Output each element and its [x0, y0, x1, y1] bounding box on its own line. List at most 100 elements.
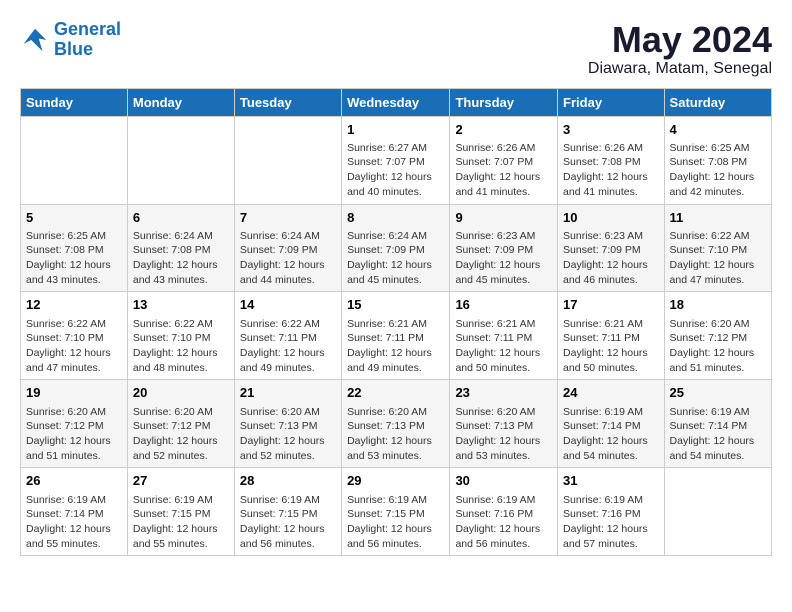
day-number: 30: [455, 472, 552, 490]
day-info: Sunrise: 6:20 AM Sunset: 7:13 PM Dayligh…: [347, 405, 444, 464]
day-info: Sunrise: 6:20 AM Sunset: 7:12 PM Dayligh…: [670, 317, 766, 376]
calendar-cell: 12 Sunrise: 6:22 AM Sunset: 7:10 PM Dayli…: [21, 292, 128, 380]
day-number: 19: [26, 384, 122, 402]
calendar-cell: 2 Sunrise: 6:26 AM Sunset: 7:07 PM Daylig…: [450, 116, 558, 204]
page-header: General Blue May 2024 Diawara, Matam, Se…: [20, 20, 772, 78]
calendar-cell: 8Sunrise: 6:24 AM Sunset: 7:09 PM Daylig…: [342, 204, 450, 292]
day-info: Sunrise: 6:21 AM Sunset: 7:11 PM Dayligh…: [455, 317, 552, 376]
logo-text: General Blue: [54, 20, 121, 60]
day-number: 6: [133, 209, 229, 227]
day-number: 25: [670, 384, 766, 402]
weekday-header: Tuesday: [234, 88, 341, 116]
day-info: Sunrise: 6:19 AM Sunset: 7:15 PM Dayligh…: [347, 493, 444, 552]
logo-icon: [20, 25, 50, 55]
calendar-cell: 5 Sunrise: 6:25 AM Sunset: 7:08 PM Daylig…: [21, 204, 128, 292]
calendar-cell: 3 Sunrise: 6:26 AM Sunset: 7:08 PM Daylig…: [558, 116, 665, 204]
day-number: 7: [240, 209, 336, 227]
day-info: Sunrise: 6:21 AM Sunset: 7:11 PM Dayligh…: [347, 317, 444, 376]
calendar-cell: [127, 116, 234, 204]
day-number: 9: [455, 209, 552, 227]
calendar-week-row: 26Sunrise: 6:19 AM Sunset: 7:14 PM Dayli…: [21, 468, 772, 556]
day-number: 4: [670, 121, 766, 139]
calendar-cell: 17 Sunrise: 6:21 AM Sunset: 7:11 PM Dayli…: [558, 292, 665, 380]
day-info: Sunrise: 6:20 AM Sunset: 7:12 PM Dayligh…: [133, 405, 229, 464]
day-info: Sunrise: 6:22 AM Sunset: 7:10 PM Dayligh…: [133, 317, 229, 376]
calendar-cell: 19 Sunrise: 6:20 AM Sunset: 7:12 PM Dayli…: [21, 380, 128, 468]
logo-line2: Blue: [54, 39, 93, 59]
day-number: 2: [455, 121, 552, 139]
day-info: Sunrise: 6:22 AM Sunset: 7:10 PM Dayligh…: [26, 317, 122, 376]
day-info: Sunrise: 6:25 AM Sunset: 7:08 PM Dayligh…: [670, 141, 766, 200]
day-number: 18: [670, 296, 766, 314]
calendar-cell: 11Sunrise: 6:22 AM Sunset: 7:10 PM Dayli…: [664, 204, 771, 292]
calendar-cell: 24Sunrise: 6:19 AM Sunset: 7:14 PM Dayli…: [558, 380, 665, 468]
day-number: 29: [347, 472, 444, 490]
calendar-table: SundayMondayTuesdayWednesdayThursdayFrid…: [20, 88, 772, 557]
calendar-cell: 20Sunrise: 6:20 AM Sunset: 7:12 PM Dayli…: [127, 380, 234, 468]
logo: General Blue: [20, 20, 121, 60]
day-info: Sunrise: 6:24 AM Sunset: 7:08 PM Dayligh…: [133, 229, 229, 288]
day-info: Sunrise: 6:22 AM Sunset: 7:11 PM Dayligh…: [240, 317, 336, 376]
calendar-cell: 15 Sunrise: 6:21 AM Sunset: 7:11 PM Dayli…: [342, 292, 450, 380]
weekday-header: Friday: [558, 88, 665, 116]
calendar-cell: 7 Sunrise: 6:24 AM Sunset: 7:09 PM Daylig…: [234, 204, 341, 292]
day-number: 3: [563, 121, 659, 139]
day-number: 14: [240, 296, 336, 314]
day-number: 22: [347, 384, 444, 402]
calendar-header: SundayMondayTuesdayWednesdayThursdayFrid…: [21, 88, 772, 116]
weekday-header: Wednesday: [342, 88, 450, 116]
day-info: Sunrise: 6:26 AM Sunset: 7:07 PM Dayligh…: [455, 141, 552, 200]
day-number: 23: [455, 384, 552, 402]
calendar-subtitle: Diawara, Matam, Senegal: [588, 60, 772, 78]
day-info: Sunrise: 6:27 AM Sunset: 7:07 PM Dayligh…: [347, 141, 444, 200]
logo-line1: General: [54, 19, 121, 39]
day-info: Sunrise: 6:22 AM Sunset: 7:10 PM Dayligh…: [670, 229, 766, 288]
day-number: 12: [26, 296, 122, 314]
weekday-header: Thursday: [450, 88, 558, 116]
calendar-cell: 25 Sunrise: 6:19 AM Sunset: 7:14 PM Dayli…: [664, 380, 771, 468]
day-info: Sunrise: 6:19 AM Sunset: 7:14 PM Dayligh…: [670, 405, 766, 464]
day-number: 28: [240, 472, 336, 490]
day-info: Sunrise: 6:19 AM Sunset: 7:16 PM Dayligh…: [455, 493, 552, 552]
day-number: 17: [563, 296, 659, 314]
calendar-cell: 21 Sunrise: 6:20 AM Sunset: 7:13 PM Dayli…: [234, 380, 341, 468]
calendar-cell: 22 Sunrise: 6:20 AM Sunset: 7:13 PM Dayli…: [342, 380, 450, 468]
day-info: Sunrise: 6:20 AM Sunset: 7:13 PM Dayligh…: [455, 405, 552, 464]
day-info: Sunrise: 6:21 AM Sunset: 7:11 PM Dayligh…: [563, 317, 659, 376]
day-info: Sunrise: 6:20 AM Sunset: 7:13 PM Dayligh…: [240, 405, 336, 464]
calendar-cell: 6 Sunrise: 6:24 AM Sunset: 7:08 PM Daylig…: [127, 204, 234, 292]
calendar-title: May 2024: [588, 20, 772, 60]
day-info: Sunrise: 6:19 AM Sunset: 7:15 PM Dayligh…: [240, 493, 336, 552]
calendar-cell: 30 Sunrise: 6:19 AM Sunset: 7:16 PM Dayli…: [450, 468, 558, 556]
calendar-cell: [234, 116, 341, 204]
day-number: 5: [26, 209, 122, 227]
day-info: Sunrise: 6:19 AM Sunset: 7:16 PM Dayligh…: [563, 493, 659, 552]
calendar-cell: 18 Sunrise: 6:20 AM Sunset: 7:12 PM Dayli…: [664, 292, 771, 380]
day-number: 13: [133, 296, 229, 314]
calendar-week-row: 19 Sunrise: 6:20 AM Sunset: 7:12 PM Dayli…: [21, 380, 772, 468]
day-info: Sunrise: 6:25 AM Sunset: 7:08 PM Dayligh…: [26, 229, 122, 288]
weekday-header: Sunday: [21, 88, 128, 116]
calendar-cell: [664, 468, 771, 556]
calendar-cell: 23 Sunrise: 6:20 AM Sunset: 7:13 PM Dayli…: [450, 380, 558, 468]
day-info: Sunrise: 6:24 AM Sunset: 7:09 PM Dayligh…: [240, 229, 336, 288]
day-info: Sunrise: 6:23 AM Sunset: 7:09 PM Dayligh…: [563, 229, 659, 288]
calendar-week-row: 12 Sunrise: 6:22 AM Sunset: 7:10 PM Dayli…: [21, 292, 772, 380]
calendar-cell: 28 Sunrise: 6:19 AM Sunset: 7:15 PM Dayli…: [234, 468, 341, 556]
day-number: 24: [563, 384, 659, 402]
calendar-cell: 31Sunrise: 6:19 AM Sunset: 7:16 PM Dayli…: [558, 468, 665, 556]
calendar-cell: 4 Sunrise: 6:25 AM Sunset: 7:08 PM Daylig…: [664, 116, 771, 204]
day-info: Sunrise: 6:26 AM Sunset: 7:08 PM Dayligh…: [563, 141, 659, 200]
day-number: 8: [347, 209, 444, 227]
calendar-week-row: 1Sunrise: 6:27 AM Sunset: 7:07 PM Daylig…: [21, 116, 772, 204]
calendar-cell: 29 Sunrise: 6:19 AM Sunset: 7:15 PM Dayli…: [342, 468, 450, 556]
title-block: May 2024 Diawara, Matam, Senegal: [588, 20, 772, 78]
calendar-week-row: 5 Sunrise: 6:25 AM Sunset: 7:08 PM Daylig…: [21, 204, 772, 292]
calendar-body: 1Sunrise: 6:27 AM Sunset: 7:07 PM Daylig…: [21, 116, 772, 556]
day-info: Sunrise: 6:23 AM Sunset: 7:09 PM Dayligh…: [455, 229, 552, 288]
day-number: 15: [347, 296, 444, 314]
day-number: 21: [240, 384, 336, 402]
calendar-cell: 10Sunrise: 6:23 AM Sunset: 7:09 PM Dayli…: [558, 204, 665, 292]
weekday-header: Monday: [127, 88, 234, 116]
day-info: Sunrise: 6:20 AM Sunset: 7:12 PM Dayligh…: [26, 405, 122, 464]
